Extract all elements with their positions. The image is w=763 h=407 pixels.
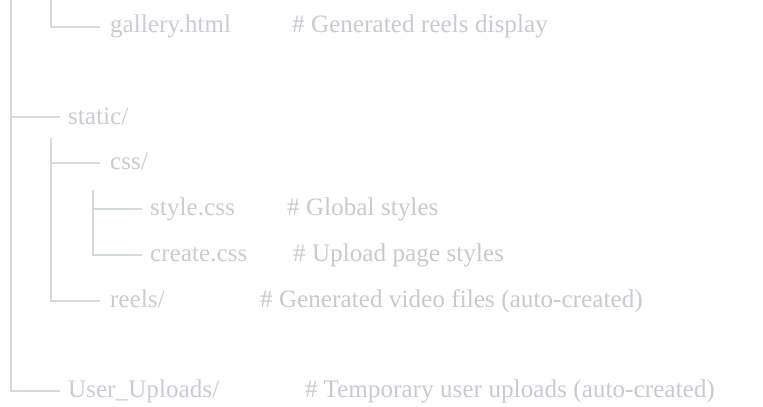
comment-reels: # Generated video files (auto-created) [260, 286, 643, 313]
tree-guide-root [10, 0, 12, 46]
tree-row-style-css: style.css # Global styles [0, 184, 763, 230]
tree-row-gallery: gallery.html # Generated reels display [0, 0, 763, 46]
tree-guide-root [10, 276, 12, 322]
tree-row-reels: reels/ # Generated video files (auto-cre… [0, 276, 763, 322]
tree-branch-horizontal [92, 208, 142, 210]
tree-guide-static [50, 138, 52, 184]
tree-branch-horizontal [92, 254, 142, 256]
directory-tree: gallery.html # Generated reels display s… [0, 0, 763, 407]
tree-guide-root [10, 322, 12, 368]
tree-guide-css [92, 190, 94, 230]
file-name-gallery-html: gallery.html [110, 11, 232, 38]
folder-name-css: css/ [110, 148, 148, 175]
comment-create-css: # Upload page styles [293, 240, 504, 267]
tree-row-static: static/ [0, 92, 763, 138]
file-name-style-css: style.css [150, 194, 235, 221]
tree-row-user-uploads: User_Uploads/ # Temporary user uploads (… [0, 366, 763, 406]
tree-guide-css [92, 230, 94, 256]
tree-guide-static [50, 276, 52, 302]
tree-row-spacer [0, 322, 763, 368]
comment-user-uploads: # Temporary user uploads (auto-created) [305, 376, 715, 403]
tree-guide-static [50, 230, 52, 276]
tree-branch-horizontal [10, 116, 60, 118]
tree-guide-root [10, 92, 12, 138]
comment-gallery-html: # Generated reels display [292, 11, 548, 38]
tree-guide-root [10, 230, 12, 276]
tree-guide-root [10, 138, 12, 184]
tree-row-create-css: create.css # Upload page styles [0, 230, 763, 276]
folder-name-static: static/ [68, 103, 129, 130]
tree-branch-vertical [50, 0, 52, 28]
tree-guide-root [10, 184, 12, 230]
folder-name-user-uploads: User_Uploads/ [68, 376, 220, 403]
tree-branch-horizontal [50, 300, 100, 302]
tree-branch-horizontal [50, 162, 100, 164]
tree-guide-root [10, 366, 12, 392]
tree-branch-horizontal [10, 390, 60, 392]
tree-guide-static [50, 184, 52, 230]
tree-row-spacer [0, 46, 763, 92]
tree-guide-root [10, 46, 12, 92]
tree-branch-horizontal [50, 26, 100, 28]
tree-row-css: css/ [0, 138, 763, 184]
folder-name-reels: reels/ [110, 286, 165, 313]
comment-style-css: # Global styles [287, 194, 439, 221]
file-name-create-css: create.css [150, 240, 248, 267]
